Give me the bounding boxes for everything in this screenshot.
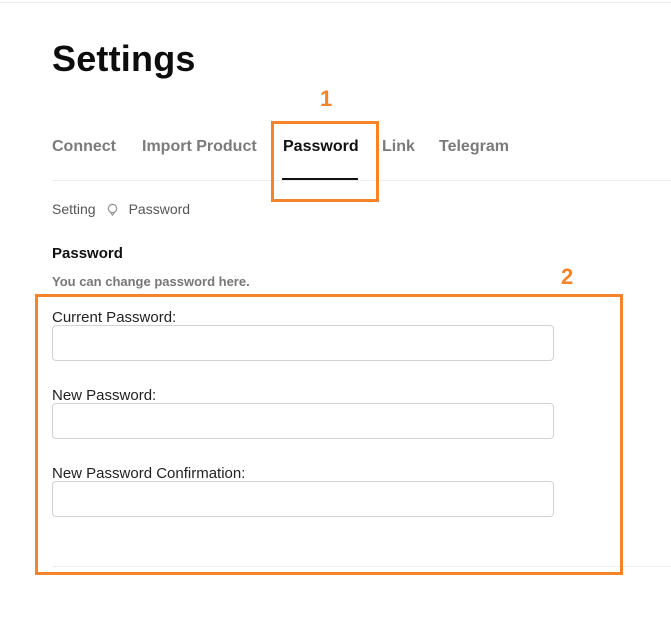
section-title: Password bbox=[52, 245, 123, 262]
annotation-box-1 bbox=[271, 121, 379, 202]
annotation-marker-1: 1 bbox=[320, 86, 333, 111]
annotation-marker-2: 2 bbox=[561, 264, 574, 289]
breadcrumb: Setting Password bbox=[52, 201, 190, 217]
top-divider bbox=[0, 2, 671, 3]
tab-import-product[interactable]: Import Product bbox=[142, 138, 257, 156]
section-subtitle: You can change password here. bbox=[52, 274, 250, 289]
page-title: Settings bbox=[52, 38, 196, 79]
tab-link[interactable]: Link bbox=[382, 138, 415, 156]
settings-page: Settings Connect Import Product Password… bbox=[0, 0, 671, 635]
breadcrumb-setting[interactable]: Setting bbox=[52, 201, 96, 217]
tab-telegram[interactable]: Telegram bbox=[439, 138, 509, 156]
location-pin-icon bbox=[106, 203, 119, 216]
tab-connect[interactable]: Connect bbox=[52, 138, 116, 156]
breadcrumb-password: Password bbox=[128, 201, 191, 217]
annotation-box-2 bbox=[35, 294, 623, 575]
